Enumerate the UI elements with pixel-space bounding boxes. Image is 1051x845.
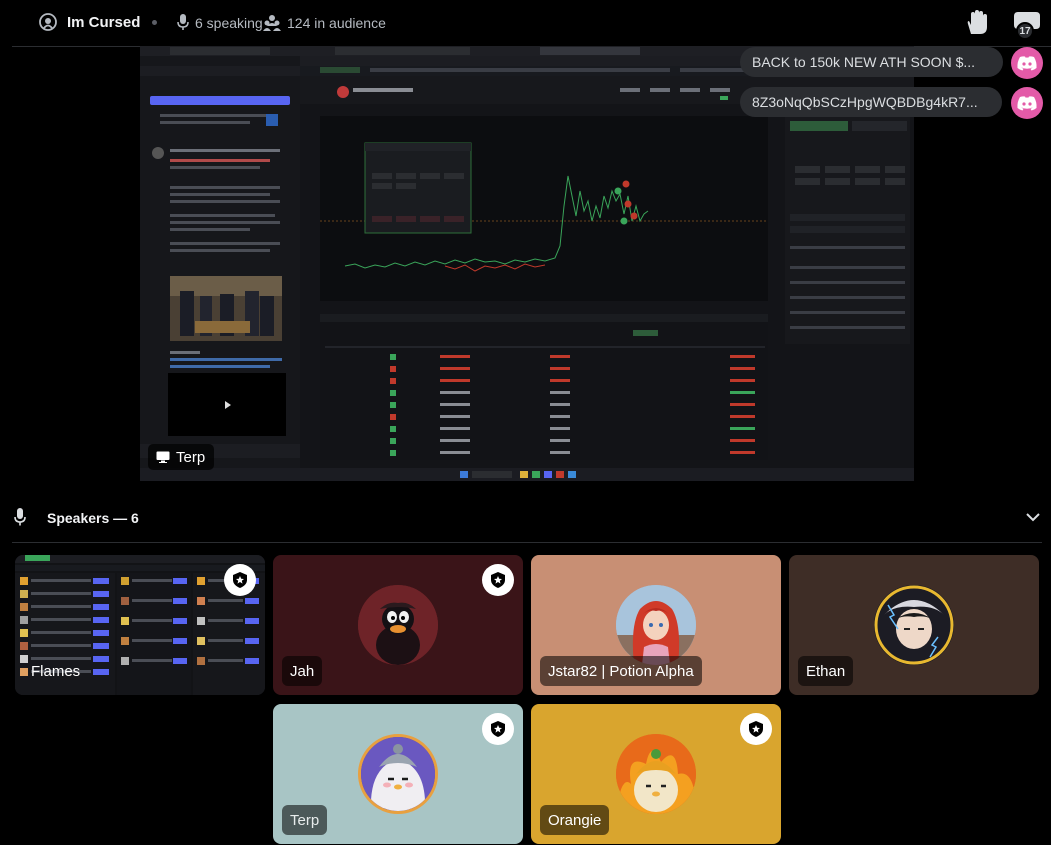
- audience-count: 124 in audience: [287, 15, 386, 31]
- chat-message-toast[interactable]: BACK to 150k NEW ATH SOON $...: [740, 47, 1003, 77]
- speaker-tile-orangie[interactable]: Orangie: [531, 704, 781, 844]
- separator-dot: [152, 20, 157, 25]
- speaker-tile-jah[interactable]: Jah: [273, 555, 523, 695]
- microphone-icon: [14, 508, 26, 526]
- speaker-tile-jstar82[interactable]: Jstar82 | Potion Alpha: [531, 555, 781, 695]
- chat-message-text: 8Z3oNqQbSCzHpgWQBDBg4kR7...: [752, 94, 978, 110]
- stage-title: Im Cursed: [67, 14, 141, 31]
- speaker-name: Jstar82 | Potion Alpha: [540, 656, 702, 686]
- stage-header: Im Cursed 6 speaking 124 in audience 17: [0, 0, 1051, 46]
- discord-logo-icon: [1017, 55, 1037, 70]
- moderator-badge-icon: [740, 713, 772, 745]
- discord-logo-icon: [1017, 95, 1037, 110]
- audience-icon: [263, 15, 281, 31]
- screen-share-icon: [156, 451, 170, 463]
- moderator-badge-icon: [224, 564, 256, 596]
- speaker-tile-terp[interactable]: Terp: [273, 704, 523, 844]
- speaker-name: Jah: [282, 656, 323, 686]
- threads-count-badge: 17: [1016, 22, 1034, 40]
- speaker-tile-flames[interactable]: Flames: [15, 555, 265, 695]
- avatar: [358, 734, 438, 814]
- stage-channel-icon: [39, 13, 57, 31]
- speaking-count: 6 speaking: [195, 15, 263, 31]
- avatar: [616, 585, 696, 665]
- speaker-tile-ethan[interactable]: Ethan: [789, 555, 1039, 695]
- chat-message-toast[interactable]: 8Z3oNqQbSCzHpgWQBDBg4kR7...: [740, 87, 1002, 117]
- moderator-badge-icon: [482, 564, 514, 596]
- speakers-heading: Speakers — 6: [47, 510, 139, 526]
- stream-owner-name: Terp: [176, 448, 206, 466]
- speaker-name: Ethan: [798, 656, 854, 686]
- avatar: [358, 585, 438, 665]
- discord-avatar-icon[interactable]: [1011, 87, 1043, 119]
- speaker-name: Orangie: [540, 805, 610, 835]
- speaker-name: Flames: [31, 662, 81, 680]
- raise-hand-icon[interactable]: [963, 10, 989, 36]
- avatar: [616, 734, 696, 814]
- stream-owner-label: Terp: [148, 444, 215, 470]
- discord-avatar-icon[interactable]: [1011, 47, 1043, 79]
- chat-message-text: BACK to 150k NEW ATH SOON $...: [752, 54, 976, 70]
- avatar: [874, 585, 954, 665]
- moderator-badge-icon: [482, 713, 514, 745]
- microphone-icon: [177, 14, 189, 30]
- speaker-name: Terp: [282, 805, 328, 835]
- chevron-down-icon[interactable]: [1026, 512, 1040, 522]
- speakers-divider: [12, 542, 1042, 543]
